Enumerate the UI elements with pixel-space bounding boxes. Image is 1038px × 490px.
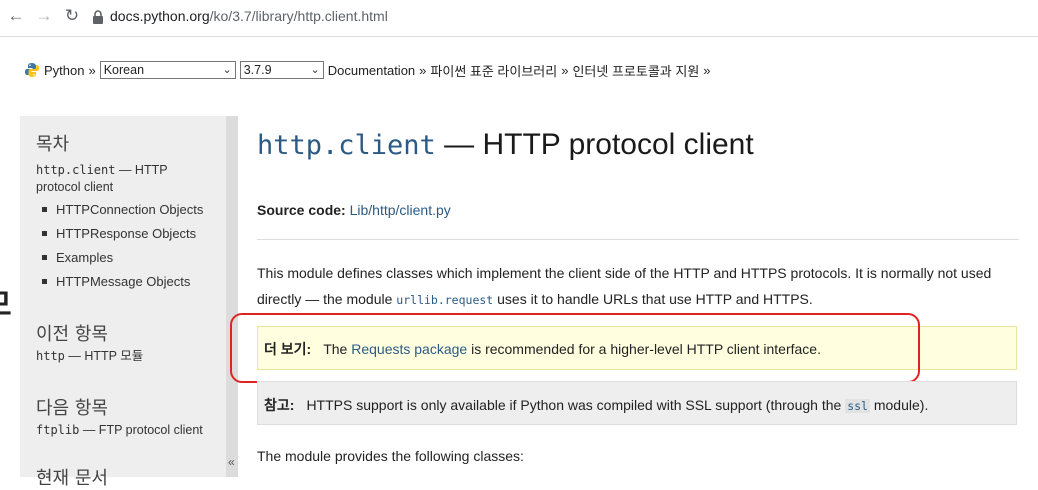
note-box: 참고: HTTPS support is only available if Py…	[257, 381, 1017, 425]
source-code-link[interactable]: Lib/http/client.py	[350, 202, 451, 218]
toolbar-divider	[0, 36, 1038, 37]
breadcrumb-stdlib-link[interactable]: 파이썬 표준 라이브러리	[430, 61, 557, 80]
ssl-module-link[interactable]: ssl	[845, 399, 870, 413]
annotation-highlight	[230, 313, 920, 383]
toc-heading: 목차	[36, 134, 70, 155]
toc-item[interactable]: HTTPResponse Objects	[42, 226, 196, 241]
next-topic-heading: 다음 항목	[36, 398, 108, 419]
prev-topic-link[interactable]: http — HTTP 모듈	[36, 348, 143, 365]
left-edge-fragment: 모	[0, 282, 14, 316]
chevron-down-icon: ⌄	[222, 64, 232, 76]
toc-item[interactable]: HTTPConnection Objects	[42, 202, 203, 217]
toc-item[interactable]: Examples	[42, 250, 113, 265]
language-select[interactable]: Korean ⌄	[99, 61, 236, 79]
page-title: http.client — HTTP protocol client	[257, 128, 754, 161]
address-bar-url[interactable]: docs.python.org/ko/3.7/library/http.clie…	[110, 8, 388, 24]
prev-topic-heading: 이전 항목	[36, 324, 108, 345]
breadcrumb-internet-link[interactable]: 인터넷 프로토콜과 지원	[572, 61, 699, 80]
sidebar: 목차 http.client — HTTP protocol client HT…	[20, 116, 226, 489]
this-page-heading: 현재 문서	[36, 468, 108, 489]
urllib-request-link[interactable]: urllib.request	[396, 293, 493, 307]
toc-item[interactable]: HTTPMessage Objects	[42, 274, 190, 289]
breadcrumb-documentation-link[interactable]: Documentation	[328, 63, 415, 78]
source-code-line: Source code: Lib/http/client.py	[257, 202, 451, 218]
browser-toolbar: ← → ↻ docs.python.org/ko/3.7/library/htt…	[0, 0, 1038, 36]
reload-icon[interactable]: ↻	[62, 6, 82, 26]
breadcrumb-separator: »	[561, 62, 569, 78]
breadcrumb-separator: »	[419, 62, 427, 78]
back-arrow-icon[interactable]: ←	[6, 6, 26, 26]
breadcrumb-separator: »	[88, 62, 96, 78]
lock-icon[interactable]	[92, 10, 104, 24]
breadcrumb-python-link[interactable]: Python	[44, 63, 84, 78]
toc-main-link[interactable]: http.client — HTTP protocol client	[36, 162, 168, 196]
python-logo-icon	[25, 63, 39, 77]
breadcrumb: Python » Korean ⌄ 3.7.9 ⌄ Documentation » …	[24, 58, 711, 82]
version-select[interactable]: 3.7.9 ⌄	[239, 61, 324, 79]
classes-intro-text: The module provides the following classe…	[257, 448, 524, 464]
collapse-sidebar-button[interactable]: «	[228, 455, 235, 469]
divider	[257, 239, 1019, 240]
next-topic-link[interactable]: ftplib — FTP protocol client	[36, 422, 203, 439]
note-label: 참고:	[264, 397, 295, 413]
sidebar-collapse-bar[interactable]	[226, 116, 238, 477]
intro-paragraph: This module defines classes which implem…	[257, 265, 992, 307]
chevron-down-icon: ⌄	[310, 64, 320, 76]
breadcrumb-separator: »	[703, 62, 711, 78]
forward-arrow-icon[interactable]: →	[34, 6, 54, 26]
